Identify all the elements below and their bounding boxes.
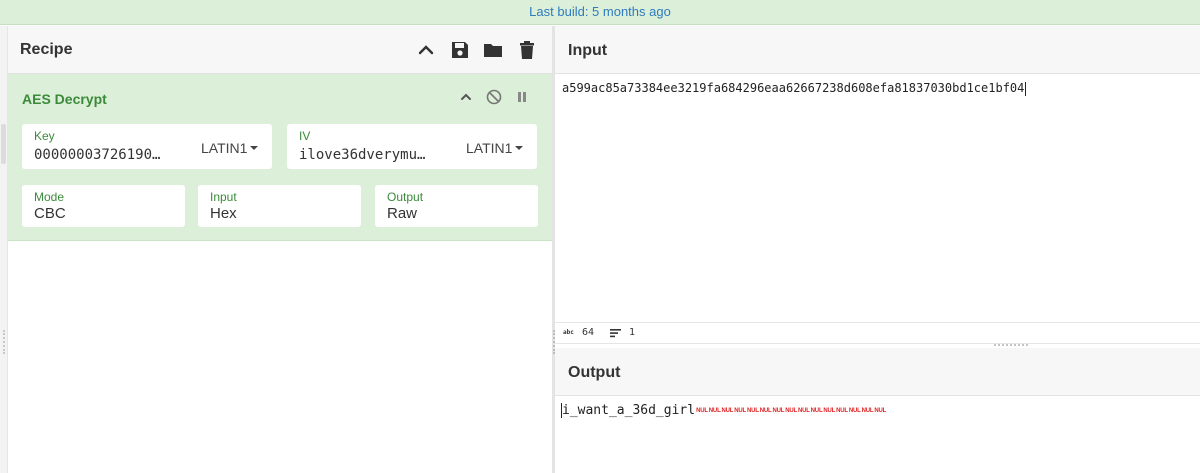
key-encoding-value: LATIN1 [201,140,248,156]
nul-char: NUL [708,407,721,414]
operation-title: AES Decrypt [22,91,107,107]
nul-char: NUL [797,407,810,414]
caret-down-icon [515,146,524,151]
nul-char: NUL [810,407,823,414]
output-textarea[interactable]: i_want_a_36d_girlNULNULNULNULNULNULNULNU… [555,396,1200,473]
caret-down-icon [250,146,259,151]
resize-handle[interactable] [3,330,5,354]
nul-char: NUL [721,407,734,414]
folder-icon[interactable] [482,39,504,61]
recipe-title: Recipe [20,41,73,58]
input-format-field[interactable]: Input Hex [198,185,361,227]
mode-field[interactable]: Mode CBC [22,185,185,227]
nul-characters: NULNULNULNULNULNULNULNULNULNULNULNULNULN… [695,403,886,418]
text-cursor [1025,81,1027,96]
iv-encoding-dropdown[interactable]: LATIN1 [466,140,524,156]
mode-label: Mode [34,190,65,204]
nul-char: NUL [861,407,874,414]
nul-char: NUL [874,407,887,414]
length-icon: abc [563,329,574,336]
chevron-up-icon[interactable] [457,88,475,106]
output-header: Output [555,348,1200,396]
nul-char: NUL [747,407,759,414]
nul-char: NUL [759,407,772,414]
chevron-up-icon[interactable] [415,39,437,61]
pause-icon[interactable] [513,88,531,106]
iv-field[interactable]: IV ilove36dverymu… LATIN1 [287,124,537,169]
lines-icon [610,329,621,338]
nul-char: NUL [848,407,861,414]
output-format-label: Output [387,190,424,204]
input-value: a599ac85a73384ee3219fa684296eaa62667238d… [562,81,1025,95]
io-split-handle[interactable] [994,344,1028,347]
build-banner: Last build: 5 months ago [0,0,1200,25]
input-header: Input [555,26,1200,74]
key-input[interactable]: 00000003726190… [34,147,174,163]
trash-icon[interactable] [516,39,538,61]
nul-char: NUL [696,407,708,414]
output-format-value[interactable]: Raw [387,205,417,222]
recipe-header: Recipe [8,26,552,74]
output-format-field[interactable]: Output Raw [375,185,538,227]
output-text[interactable]: i_want_a_36d_girlNULNULNULNULNULNULNULNU… [561,403,886,418]
output-title: Output [568,364,621,381]
iv-input[interactable]: ilove36dverymu… [299,147,449,163]
save-icon[interactable] [449,39,471,61]
nul-char: NUL [823,407,836,414]
input-status-bar: abc 64 1 [555,322,1200,344]
key-label: Key [34,129,55,143]
aes-decrypt-operation: AES Decrypt Key 00000003726190… LATIN1 I… [8,74,552,241]
mode-value[interactable]: CBC [34,205,66,222]
output-value: i_want_a_36d_girl [562,403,696,418]
nul-char: NUL [836,407,848,414]
nul-char: NUL [734,407,746,414]
input-length: 64 [582,327,595,338]
input-text[interactable]: a599ac85a73384ee3219fa684296eaa62667238d… [562,81,1027,96]
input-format-label: Input [210,190,237,204]
nul-char: NUL [785,407,797,414]
operations-scrollbar[interactable] [0,26,8,473]
key-encoding-dropdown[interactable]: LATIN1 [201,140,259,156]
iv-encoding-value: LATIN1 [466,140,513,156]
build-banner-text: Last build: 5 months ago [529,4,671,19]
scrollbar-thumb[interactable] [1,124,6,164]
nul-char: NUL [772,407,785,414]
input-textarea[interactable]: a599ac85a73384ee3219fa684296eaa62667238d… [555,74,1200,322]
input-title: Input [568,42,608,59]
key-field[interactable]: Key 00000003726190… LATIN1 [22,124,272,169]
input-line-count: 1 [629,327,636,338]
disable-icon[interactable] [485,88,503,106]
input-format-value[interactable]: Hex [210,205,237,222]
iv-label: IV [299,129,311,143]
